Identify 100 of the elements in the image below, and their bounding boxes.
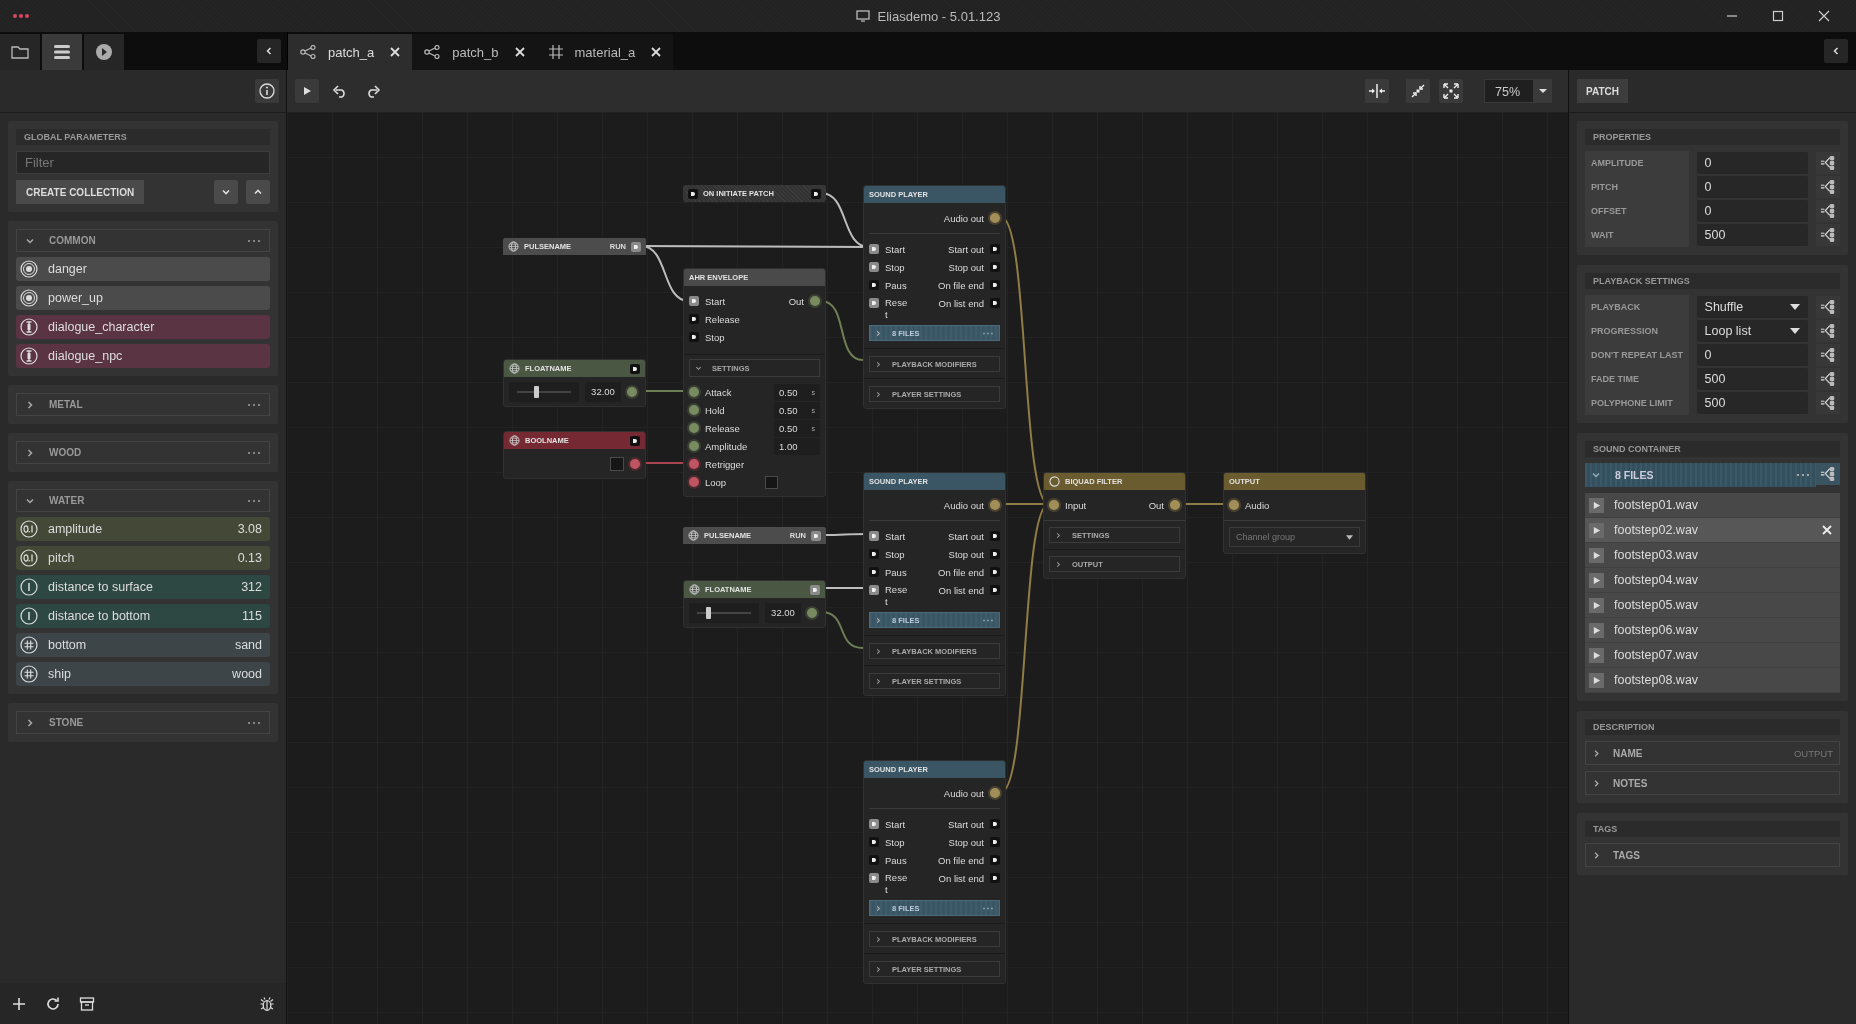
value-port[interactable]: [988, 786, 1002, 800]
document-tab[interactable]: material_a: [536, 34, 674, 70]
trigger-port[interactable]: [810, 584, 820, 595]
trigger-port[interactable]: [869, 819, 879, 829]
play-button[interactable]: [1589, 572, 1604, 588]
checkbox[interactable]: [765, 475, 778, 489]
channel-group-select[interactable]: Channel group: [1229, 527, 1360, 547]
parameter-item[interactable]: danger: [16, 257, 270, 281]
more-icon[interactable]: [247, 720, 261, 725]
property-select[interactable]: Shuffle: [1696, 296, 1809, 318]
value-field[interactable]: 32.00: [765, 603, 801, 623]
trigger-port[interactable]: [630, 363, 640, 374]
collection-header[interactable]: METAL: [16, 393, 270, 416]
property-field[interactable]: 500: [1696, 368, 1809, 390]
more-icon[interactable]: [982, 331, 994, 335]
trigger-port[interactable]: [689, 296, 699, 306]
file-item[interactable]: footstep01.wav: [1585, 493, 1840, 518]
file-item[interactable]: footstep07.wav: [1585, 643, 1840, 668]
trigger-port[interactable]: [869, 262, 879, 272]
parameter-item[interactable]: power_up: [16, 286, 270, 310]
checkbox[interactable]: [610, 457, 624, 471]
parameter-item[interactable]: amplitude 3.08: [16, 517, 270, 541]
value-port[interactable]: [1227, 498, 1241, 512]
expandable-row[interactable]: TAGS: [1585, 843, 1840, 867]
value-slider[interactable]: [509, 382, 579, 402]
property-select[interactable]: Loop list: [1696, 320, 1809, 342]
patch-button[interactable]: PATCH: [1577, 79, 1628, 103]
link-button[interactable]: [1816, 320, 1840, 342]
value-port[interactable]: [805, 606, 819, 620]
trigger-port[interactable]: [869, 585, 879, 595]
fit-view-button[interactable]: [1439, 79, 1463, 103]
document-tab[interactable]: patch_a: [288, 34, 413, 70]
play-button[interactable]: [295, 79, 319, 103]
value-field[interactable]: 32.00: [585, 382, 621, 402]
align-button[interactable]: [1365, 79, 1389, 103]
trigger-port[interactable]: [869, 280, 879, 290]
info-button[interactable]: [255, 79, 279, 103]
trigger-port[interactable]: [811, 530, 821, 541]
filter-field[interactable]: Filter: [16, 151, 270, 174]
file-item[interactable]: footstep04.wav: [1585, 568, 1840, 593]
collapse-all-button[interactable]: [214, 180, 238, 204]
trigger-port[interactable]: [631, 241, 641, 252]
collapse-button[interactable]: [257, 39, 281, 63]
more-icon[interactable]: [982, 618, 994, 622]
trigger-port[interactable]: [869, 298, 879, 308]
trigger-port[interactable]: [869, 855, 879, 865]
trigger-port[interactable]: [688, 188, 698, 199]
link-button[interactable]: [1816, 200, 1840, 222]
parameter-item[interactable]: distance to surface 312: [16, 575, 270, 599]
trigger-port[interactable]: [869, 244, 879, 254]
trigger-port[interactable]: [869, 837, 879, 847]
close-icon[interactable]: [651, 47, 662, 57]
zoom-field[interactable]: 75%: [1484, 79, 1534, 103]
value-port[interactable]: [625, 385, 639, 399]
collection-header[interactable]: COMMON: [16, 229, 270, 252]
parameter-item[interactable]: dialogue_character: [16, 315, 270, 339]
value-port[interactable]: [988, 211, 1002, 225]
panel-tab[interactable]: [0, 34, 40, 70]
trigger-port[interactable]: [869, 873, 879, 883]
link-button[interactable]: [1816, 392, 1840, 414]
value-port[interactable]: [1168, 498, 1182, 512]
play-button[interactable]: [1589, 497, 1604, 513]
more-icon[interactable]: [247, 450, 261, 455]
value-port[interactable]: [628, 457, 642, 471]
value-port[interactable]: [687, 439, 701, 453]
document-tab[interactable]: patch_b: [412, 34, 537, 70]
trigger-port[interactable]: [630, 435, 640, 446]
parameter-item[interactable]: distance to bottom 115: [16, 604, 270, 628]
more-icon[interactable]: [247, 402, 261, 407]
link-button[interactable]: [1816, 344, 1840, 366]
trigger-port[interactable]: [869, 567, 879, 577]
link-button[interactable]: [1816, 152, 1840, 174]
value-port[interactable]: [1047, 498, 1061, 512]
property-field[interactable]: 0: [1696, 176, 1809, 198]
collection-header[interactable]: WOOD: [16, 441, 270, 464]
property-field[interactable]: 0: [1696, 344, 1809, 366]
trigger-port[interactable]: [811, 188, 821, 199]
parameter-item[interactable]: pitch 0.13: [16, 546, 270, 570]
file-item[interactable]: footstep03.wav: [1585, 543, 1840, 568]
collection-header[interactable]: STONE: [16, 711, 270, 734]
parameter-item[interactable]: bottom sand: [16, 633, 270, 657]
zoom-dropdown-button[interactable]: [1534, 79, 1552, 103]
property-field[interactable]: 500: [1696, 392, 1809, 414]
panel-tab[interactable]: [42, 34, 82, 70]
parameter-item[interactable]: dialogue_npc: [16, 344, 270, 368]
files-bar[interactable]: 8 FILES: [1585, 463, 1816, 487]
expand-all-button[interactable]: [246, 180, 270, 204]
play-button[interactable]: [1589, 522, 1604, 538]
more-icon[interactable]: [247, 238, 261, 243]
value-port[interactable]: [687, 385, 701, 399]
file-item[interactable]: footstep05.wav: [1585, 593, 1840, 618]
panel-tab[interactable]: [84, 34, 124, 70]
close-icon[interactable]: [390, 47, 401, 57]
more-icon[interactable]: [1796, 473, 1810, 477]
value-port[interactable]: [988, 498, 1002, 512]
menu-icon[interactable]: [12, 13, 30, 19]
property-field[interactable]: 0: [1696, 200, 1809, 222]
link-button[interactable]: [1816, 463, 1840, 485]
value-slider[interactable]: [689, 603, 759, 623]
play-button[interactable]: [1589, 597, 1604, 613]
